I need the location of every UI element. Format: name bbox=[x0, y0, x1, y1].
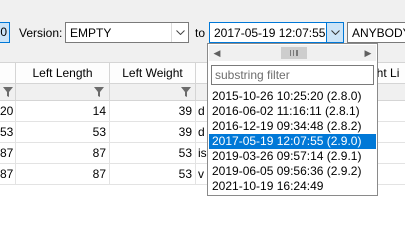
user-combo[interactable]: ANYBODY bbox=[347, 22, 405, 43]
column-header-left-weight[interactable]: Left Weight bbox=[110, 63, 196, 83]
version-option[interactable]: 2016-12-19 09:34:48 (2.8.2) bbox=[209, 119, 376, 134]
version-combo[interactable]: EMPTY bbox=[65, 22, 189, 43]
cell-left-length: 53 bbox=[16, 122, 110, 142]
funnel-icon bbox=[3, 87, 13, 97]
filter-cell-left-length[interactable] bbox=[16, 84, 110, 100]
prev-button[interactable]: 0 bbox=[0, 22, 10, 43]
version-option[interactable]: 2015-10-26 10:25:20 (2.8.0) bbox=[209, 89, 376, 104]
version-value: EMPTY bbox=[70, 26, 112, 40]
to-label: to bbox=[195, 26, 206, 40]
column-header[interactable] bbox=[0, 63, 16, 83]
version-option[interactable]: 2019-06-05 09:56:36 (2.9.2) bbox=[209, 164, 376, 179]
version-option[interactable]: 2016-06-02 11:16:11 (2.8.1) bbox=[209, 104, 376, 119]
scroll-left-icon[interactable]: ◀ bbox=[209, 45, 225, 61]
version-dropdown-list[interactable]: ◀ ▶ substring filter 2015-10-26 10:25:20… bbox=[207, 43, 378, 196]
version-option[interactable]: 2021-10-19 16:24:49 bbox=[209, 179, 376, 194]
funnel-icon bbox=[181, 87, 191, 97]
cell-index: 87 bbox=[0, 164, 16, 184]
cell-left-length: 87 bbox=[16, 164, 110, 184]
funnel-icon bbox=[94, 87, 104, 97]
chevron-down-icon[interactable] bbox=[326, 23, 343, 42]
cell-index: 20 bbox=[0, 101, 16, 121]
grip-icon bbox=[290, 50, 298, 56]
to-version-combo[interactable]: 2017-05-19 12:07:55 bbox=[209, 22, 344, 43]
substring-filter-input[interactable]: substring filter bbox=[211, 65, 374, 85]
user-value: ANYBODY bbox=[352, 26, 405, 40]
horizontal-scrollbar[interactable]: ◀ ▶ bbox=[209, 45, 376, 61]
column-header-left-length[interactable]: Left Length bbox=[16, 63, 110, 83]
cell-left-weight: 39 bbox=[110, 122, 196, 142]
scrollbar-thumb[interactable] bbox=[281, 47, 307, 59]
cell-left-length: 87 bbox=[16, 143, 110, 163]
version-label: Version: bbox=[19, 26, 63, 40]
scroll-right-icon[interactable]: ▶ bbox=[360, 45, 376, 61]
cell-left-length: 14 bbox=[16, 101, 110, 121]
cell-left-weight: 53 bbox=[110, 164, 196, 184]
cell-left-weight: 53 bbox=[110, 143, 196, 163]
cell-left-weight: 39 bbox=[110, 101, 196, 121]
cell-index: 87 bbox=[0, 143, 16, 163]
version-option[interactable]: 2019-03-26 09:57:14 (2.9.1) bbox=[209, 149, 376, 164]
version-option-selected[interactable]: 2017-05-19 12:07:55 (2.9.0) bbox=[209, 134, 376, 149]
filter-cell-left-weight[interactable] bbox=[110, 84, 196, 100]
chevron-down-icon[interactable] bbox=[171, 23, 188, 42]
filter-cell[interactable] bbox=[0, 84, 16, 100]
cell-index: 53 bbox=[0, 122, 16, 142]
to-version-value: 2017-05-19 12:07:55 bbox=[214, 26, 326, 40]
